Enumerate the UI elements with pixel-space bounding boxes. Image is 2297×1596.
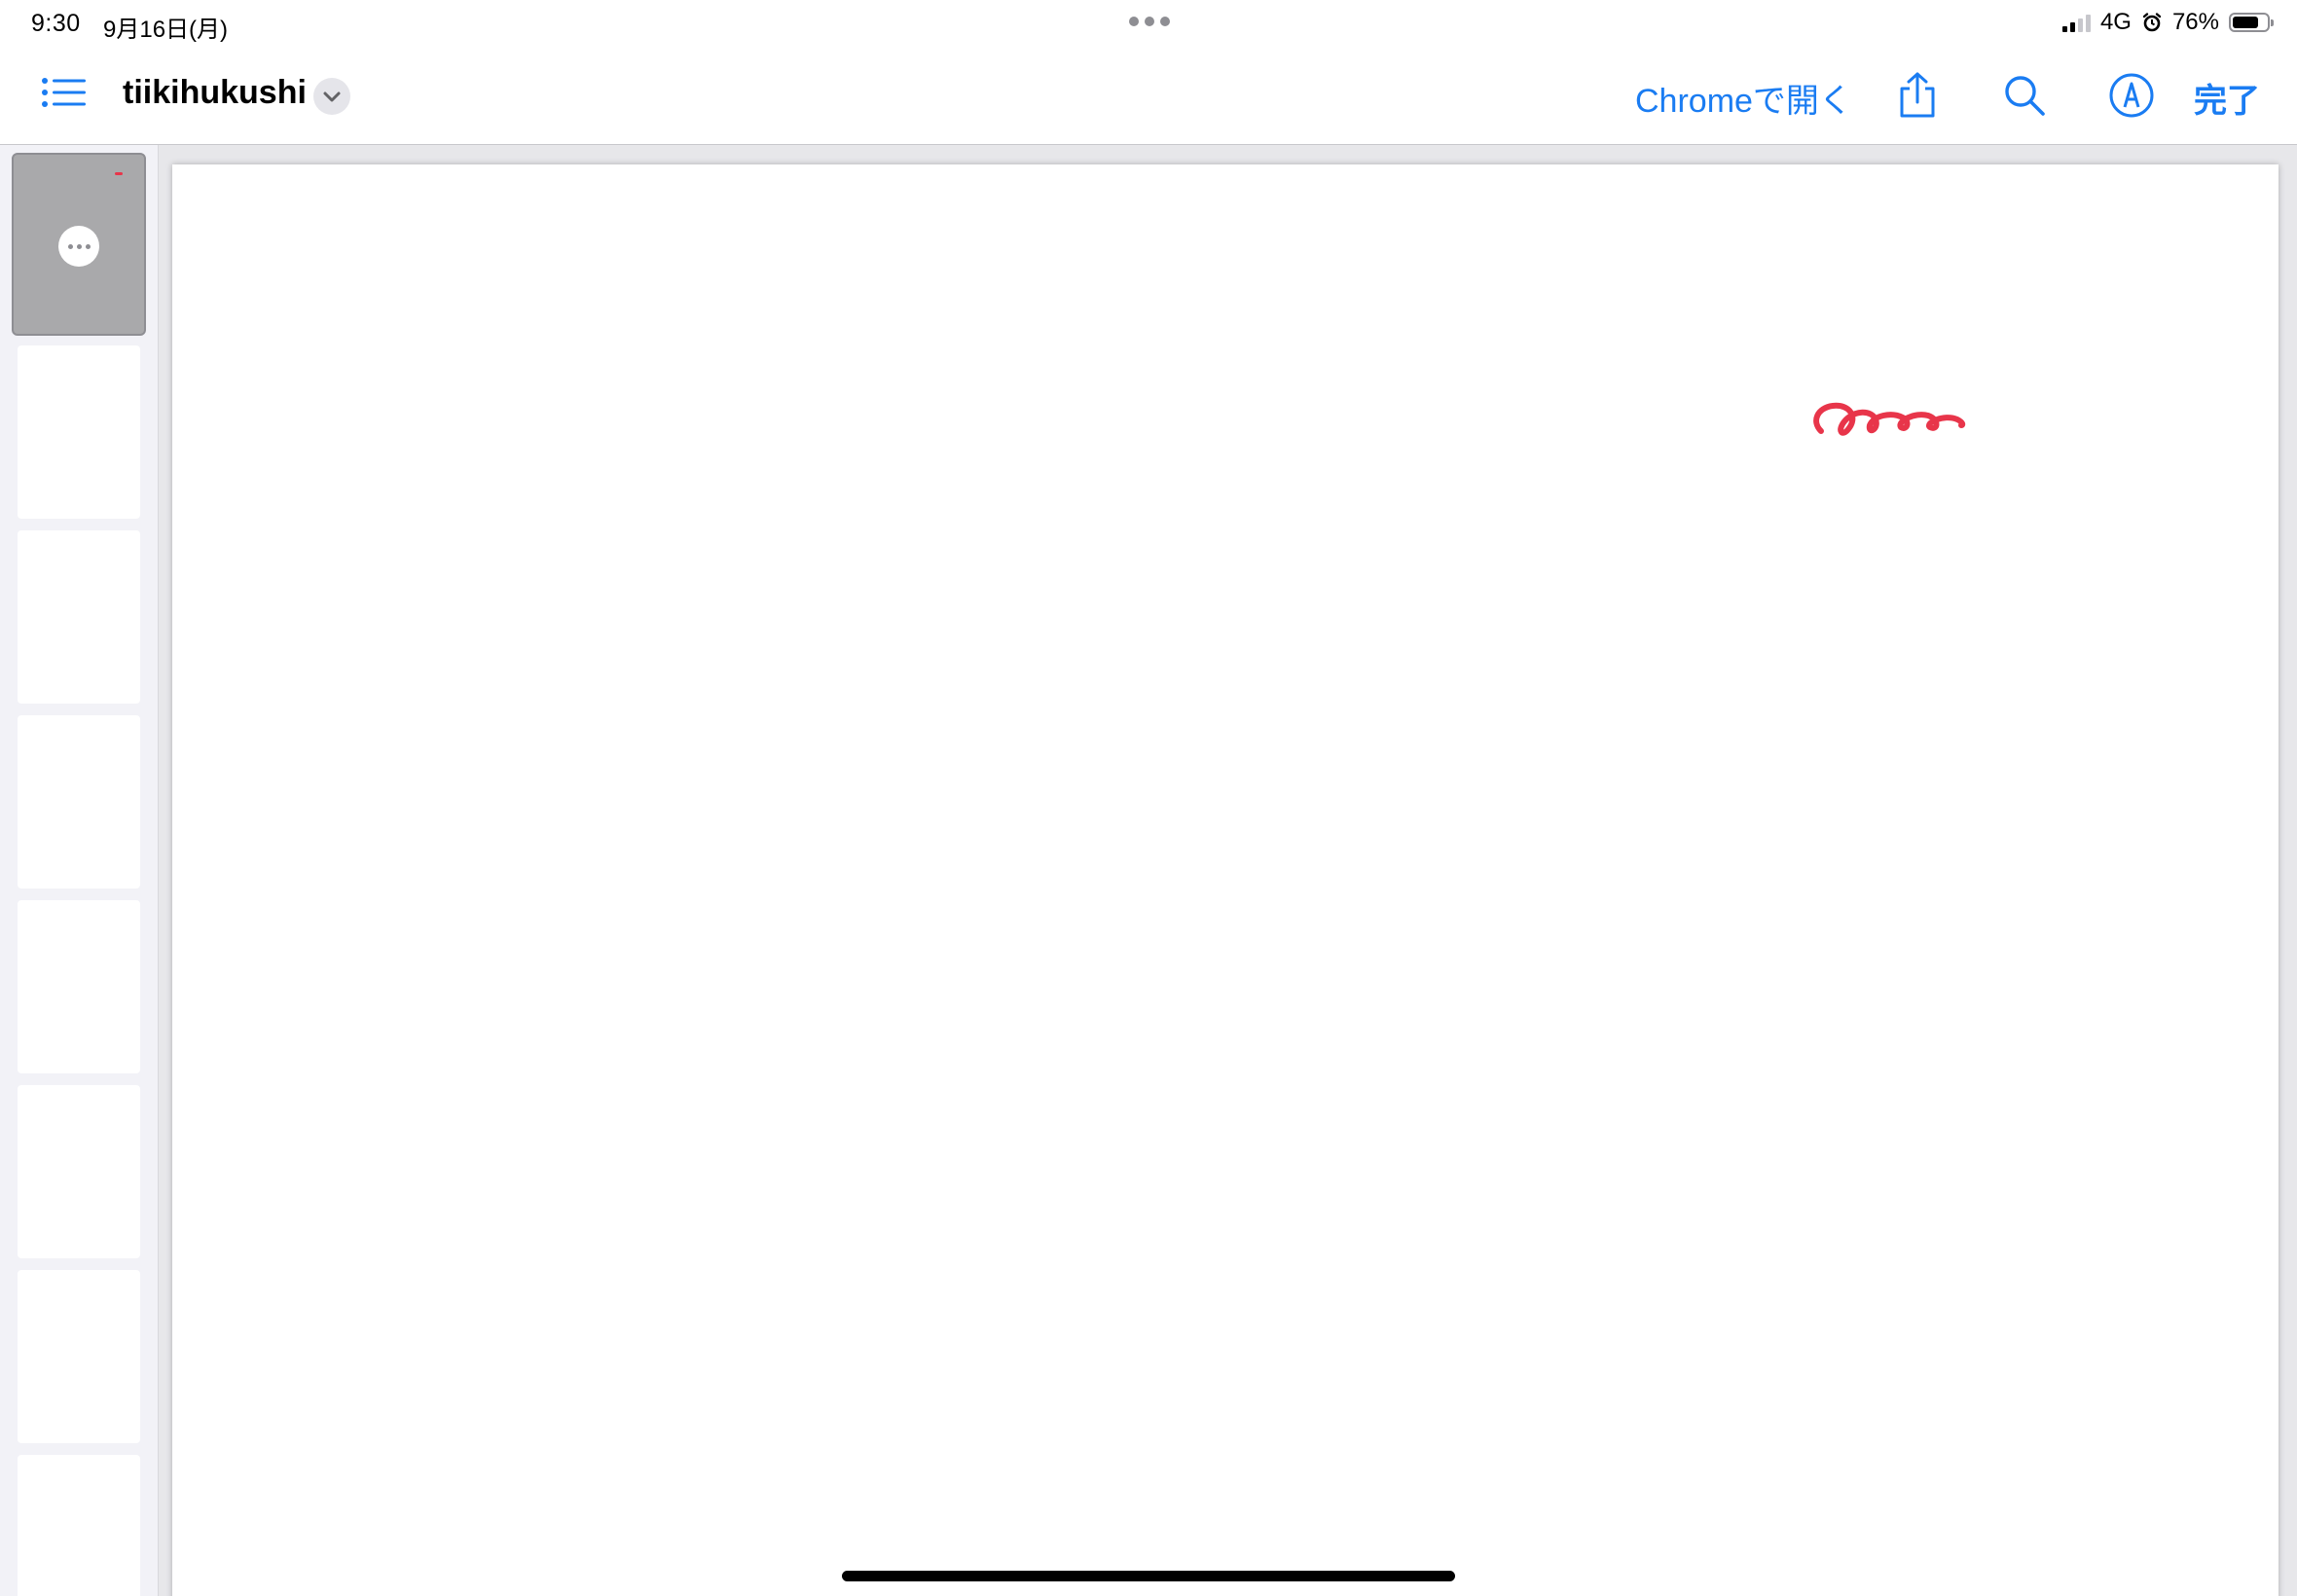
done-button[interactable]: 完了	[2194, 74, 2260, 122]
thumbnail-annotation-mark	[115, 172, 123, 175]
page-thumbnail[interactable]	[18, 900, 140, 1073]
page-thumbnail-sidebar[interactable]	[0, 145, 159, 1596]
search-icon[interactable]	[1997, 68, 2052, 123]
battery-icon	[2229, 13, 2274, 32]
document-title[interactable]: tiikihukushi	[123, 74, 307, 112]
chevron-down-icon[interactable]	[313, 78, 350, 115]
page-thumbnail-selected[interactable]	[12, 153, 146, 336]
page-thumbnail[interactable]	[18, 1270, 140, 1443]
page-thumbnail[interactable]	[18, 1455, 140, 1596]
document-canvas[interactable]	[159, 145, 2297, 1596]
red-scribble-annotation	[1813, 402, 1966, 436]
battery-percent: 76%	[2171, 9, 2219, 35]
list-icon[interactable]	[41, 76, 88, 115]
multitask-ellipsis-icon[interactable]	[1129, 17, 1170, 26]
open-in-chrome-button[interactable]: Chromeで開く	[1635, 74, 1852, 122]
battery-fill	[2233, 17, 2258, 28]
home-indicator[interactable]	[842, 1571, 1455, 1581]
document-page[interactable]	[172, 164, 2279, 1596]
status-indicators: 4G 76%	[2061, 9, 2274, 36]
status-bar: 9:30 9月16日(月) 4G 76%	[0, 0, 2297, 47]
share-icon[interactable]	[1890, 68, 1945, 123]
status-time: 9:30	[31, 10, 81, 37]
pdf-viewer-screen: 9:30 9月16日(月) 4G 76% tiikihukushi Chrome…	[0, 0, 2297, 1596]
navigation-bar: tiikihukushi Chromeで開く 完了	[0, 47, 2297, 145]
page-thumbnail[interactable]	[18, 715, 140, 889]
page-thumbnail[interactable]	[18, 1085, 140, 1258]
alarm-clock-icon	[2142, 13, 2162, 32]
markup-pen-icon[interactable]	[2104, 68, 2159, 123]
more-ellipsis-icon[interactable]	[58, 226, 99, 267]
cellular-signal-icon	[2061, 13, 2091, 32]
network-type: 4G	[2099, 9, 2132, 35]
status-date: 9月16日(月)	[103, 17, 229, 43]
page-thumbnail[interactable]	[18, 530, 140, 704]
page-thumbnail[interactable]	[18, 345, 140, 519]
